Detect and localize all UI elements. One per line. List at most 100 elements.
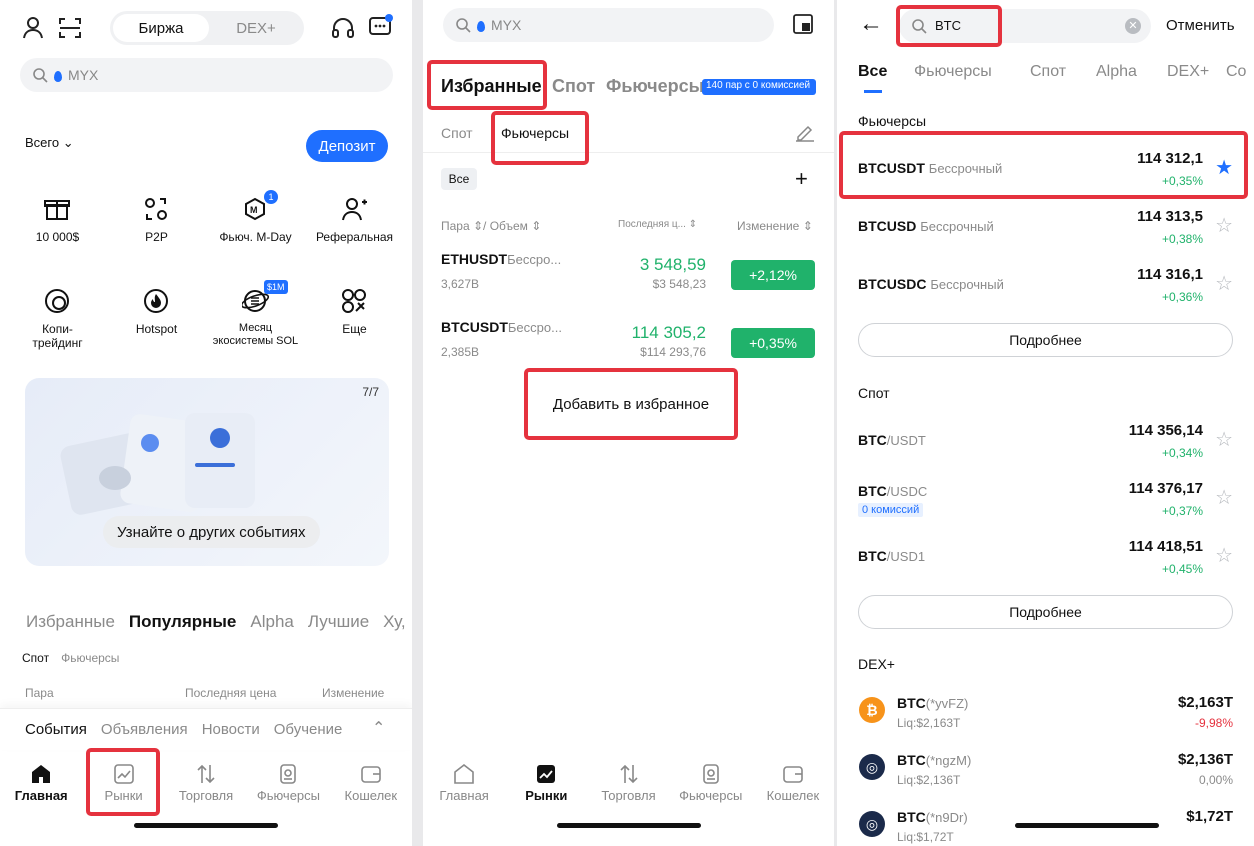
banner-illustration [60, 413, 255, 515]
nav-futures[interactable]: Фьючерсы [670, 750, 752, 816]
tab-futures[interactable]: Фьючерсы [914, 63, 1030, 81]
banner-cta[interactable]: Узнайте о других событиях [103, 516, 320, 548]
favorite-row[interactable]: ETHUSDTБессро... 3,627B 3 548,59 $3 548,23 +… [423, 245, 834, 309]
futures-result-row[interactable]: BTCUSDT Бессрочный 114 312,1 +0,35% ★ [837, 138, 1254, 196]
headset-icon[interactable] [331, 16, 355, 40]
tab-announcements[interactable]: Объявления [101, 721, 188, 738]
shortcut-gift[interactable]: 10 000$ [8, 190, 107, 280]
spot-result-row[interactable]: BTC/USDC 0 комиссий 114 376,17 +0,37% ☆ [837, 468, 1254, 526]
dex-result-row[interactable]: ◎ BTC(*n9Dr) Liq:$1,72T $1,72T [837, 796, 1254, 846]
nav-futures[interactable]: Фьючерсы [247, 750, 329, 816]
change: +0,38% [1161, 232, 1203, 246]
tab-dex[interactable]: DEX+ [1167, 63, 1226, 81]
zero-fee-badge: 0 комиссий [858, 503, 924, 517]
profile-icon[interactable] [22, 16, 44, 40]
shortcut-more[interactable]: Еще [305, 282, 404, 372]
nav-markets[interactable]: Рынки [505, 750, 587, 816]
spot-result-row[interactable]: BTC/USDT 114 356,14 +0,34% ☆ [837, 410, 1254, 468]
liquidity: Liq:$2,136T [897, 773, 961, 787]
tab-futures[interactable]: Фьючерсы [606, 76, 704, 97]
scan-icon[interactable] [58, 17, 82, 39]
seg-dex[interactable]: DEX+ [210, 14, 302, 42]
tab-news[interactable]: Новости [202, 721, 260, 738]
nav-markets[interactable]: Рынки [82, 750, 164, 816]
search-input[interactable]: BTC [935, 18, 961, 33]
tab-events[interactable]: События [25, 721, 87, 738]
pair-name: BTC(*n9Dr) [897, 809, 968, 825]
clear-icon[interactable]: ✕ [1125, 18, 1141, 34]
chat-icon[interactable] [368, 14, 394, 40]
tab-favorites[interactable]: Избранные [26, 612, 115, 632]
nav-trade[interactable]: Торговля [587, 750, 669, 816]
futures-result-row[interactable]: BTCUSDC Бессрочный 114 316,1 +0,36% ☆ [837, 254, 1254, 312]
pair-name: BTCUSDTБессро... [441, 319, 562, 335]
tab-more[interactable]: Co [1226, 63, 1246, 81]
subtab-futures[interactable]: Фьючерсы [501, 125, 569, 141]
chevron-up-icon[interactable]: ⌃ [372, 718, 385, 738]
shortcut-mday[interactable]: M 1 Фьюч. M-Day [206, 190, 305, 280]
nav-wallet[interactable]: Кошелек [330, 750, 412, 816]
home-indicator [134, 823, 278, 828]
pair-name: BTC(*yvFZ) [897, 695, 969, 711]
change: +0,37% [1161, 504, 1203, 518]
tab-top[interactable]: Лучшие [308, 612, 369, 632]
col-change[interactable]: Изменение ⇕ [737, 219, 813, 233]
dex-result-row[interactable]: ◎ BTC(*ngzM) Liq:$2,136T $2,136T 0,00% [837, 739, 1254, 795]
add-icon[interactable]: + [795, 166, 808, 192]
events-banner[interactable]: 7/7 Узнайте о других событиях [25, 378, 389, 566]
star-filled-icon[interactable]: ★ [1215, 155, 1233, 180]
star-icon[interactable]: ☆ [1215, 427, 1233, 452]
shortcut-sol-month[interactable]: $1M Месяц экосистемы SOL [206, 280, 305, 372]
dex-result-row[interactable]: ₿ BTC(*yvFZ) Liq:$2,163T $2,163T -9,98% [837, 682, 1254, 738]
subtab-spot[interactable]: Спот [441, 125, 473, 141]
tab-all[interactable]: Все [858, 63, 914, 81]
add-to-favorites-button[interactable]: Добавить в избранное [528, 372, 734, 436]
seg-exchange[interactable]: Биржа [113, 14, 209, 42]
tab-spot[interactable]: Спот [1030, 63, 1096, 81]
bottom-nav: Главная Рынки Торговля Фьючерсы Кошелек [0, 750, 412, 816]
col-last-price[interactable]: Последняя ц... ⇕ [618, 219, 697, 230]
nav-home[interactable]: Главная [423, 750, 505, 816]
spot-result-row[interactable]: BTC/USD1 114 418,51 +0,45% ☆ [837, 526, 1254, 584]
more-spot-button[interactable]: Подробнее [858, 595, 1233, 629]
deposit-button[interactable]: Депозит [306, 130, 388, 162]
subtab-spot[interactable]: Спот [22, 651, 49, 665]
col-pair-volume[interactable]: Пара ⇕/ Объем ⇕ [441, 219, 541, 233]
more-futures-button[interactable]: Подробнее [858, 323, 1233, 357]
favorite-row[interactable]: BTCUSDTБессро... 2,385B 114 305,2 $114 293,… [423, 313, 834, 377]
subtab-futures[interactable]: Фьючерсы [61, 651, 119, 665]
nav-trade[interactable]: Торговля [165, 750, 247, 816]
shortcut-user-add[interactable]: Реферальная [305, 190, 404, 280]
back-arrow-icon[interactable]: ← [859, 12, 883, 36]
star-icon[interactable]: ☆ [1215, 271, 1233, 296]
liquidity: Liq:$1,72T [897, 830, 954, 844]
tab-learning[interactable]: Обучение [274, 721, 343, 738]
nav-home[interactable]: Главная [0, 750, 82, 816]
copy-trading-icon [44, 288, 72, 316]
filter-all[interactable]: Все [441, 168, 477, 190]
tab-popular[interactable]: Популярные [129, 612, 236, 632]
tab-alpha[interactable]: Alpha [250, 612, 293, 632]
search-bar[interactable]: MYX [443, 8, 774, 42]
promo-badge[interactable]: 140 пар с 0 комиссией [702, 79, 816, 95]
shortcut-p2p[interactable]: P2P [107, 190, 206, 280]
bottom-nav: Главная Рынки Торговля Фьючерсы Кошелек [423, 750, 834, 816]
star-icon[interactable]: ☆ [1215, 485, 1233, 510]
search-bar[interactable]: BTC ✕ [899, 9, 1151, 43]
total-balance-label[interactable]: Всего ⌄ [25, 135, 74, 151]
futures-result-row[interactable]: BTCUSD Бессрочный 114 313,5 +0,38% ☆ [837, 196, 1254, 254]
cancel-button[interactable]: Отменить [1166, 17, 1235, 34]
edit-icon[interactable] [795, 124, 815, 142]
nav-wallet[interactable]: Кошелек [752, 750, 834, 816]
tab-alpha[interactable]: Alpha [1096, 63, 1167, 81]
star-icon[interactable]: ☆ [1215, 213, 1233, 238]
tab-favorites[interactable]: Избранные [441, 76, 542, 97]
tab-spot[interactable]: Спот [552, 76, 595, 97]
shortcut-copy-trading[interactable]: Копи- трейдинг [8, 282, 107, 372]
star-icon[interactable]: ☆ [1215, 543, 1233, 568]
screen-markets-favorites: MYX Избранные Спот Фьючерсы 140 пар с 0 … [423, 0, 834, 846]
shortcut-hotspot[interactable]: Hotspot [107, 282, 206, 372]
expand-icon[interactable] [793, 14, 813, 34]
tab-more[interactable]: Ху, [383, 612, 406, 632]
search-bar[interactable]: MYX [20, 58, 393, 92]
